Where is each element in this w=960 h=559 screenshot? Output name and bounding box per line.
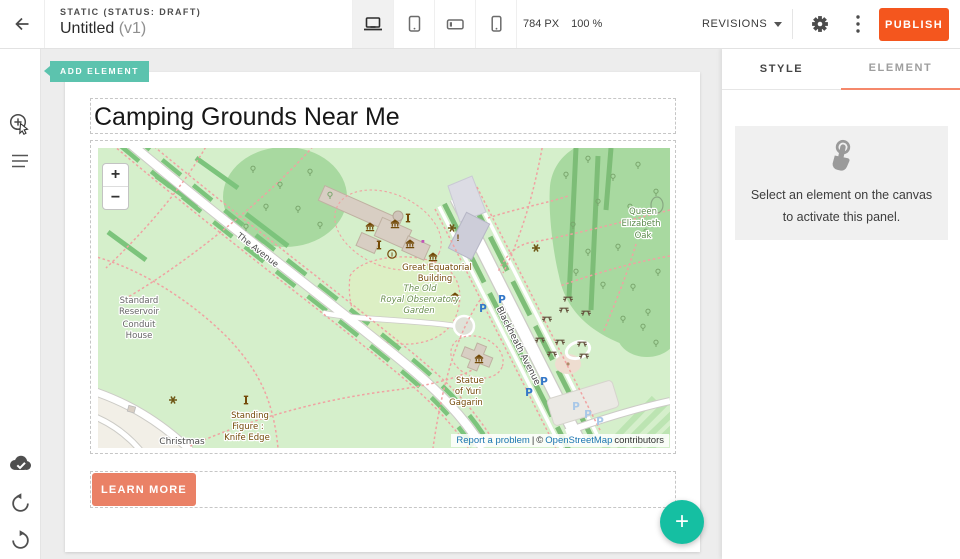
autosave-status-indicator (0, 445, 40, 481)
tablet-preview-button[interactable] (393, 0, 434, 48)
svg-text:P: P (525, 387, 533, 399)
svg-text:Reservoir: Reservoir (119, 307, 159, 317)
overflow-menu-button[interactable] (846, 0, 870, 48)
page-structure-button[interactable] (0, 143, 40, 179)
svg-text:House: House (126, 331, 153, 341)
back-arrow-icon (12, 14, 32, 34)
add-element-button[interactable] (0, 106, 40, 142)
svg-text:Statue: Statue (456, 376, 484, 386)
top-toolbar: STATIC (STATUS: DRAFT) Untitled (v1) (0, 0, 960, 49)
svg-text:Great Equatorial: Great Equatorial (402, 263, 472, 273)
svg-text:Building: Building (418, 274, 452, 284)
svg-text:!: ! (457, 233, 460, 243)
map-label-christmas: Christmas (159, 437, 205, 447)
svg-text:P: P (584, 409, 592, 421)
learn-more-button[interactable]: LEARN MORE (92, 473, 196, 506)
device-preview-group (352, 0, 517, 48)
button-element-row[interactable]: LEARN MORE (90, 471, 676, 508)
svg-text:Conduit: Conduit (123, 320, 157, 330)
svg-text:P: P (479, 303, 487, 315)
svg-text:Elizabeth: Elizabeth (621, 219, 660, 229)
osm-link[interactable]: OpenStreetMap (545, 435, 612, 446)
svg-text:Figure :: Figure : (232, 422, 264, 432)
tab-style[interactable]: STYLE (722, 48, 841, 90)
svg-text:i: i (391, 251, 393, 258)
toolbar-divider (792, 9, 793, 39)
heading-element[interactable]: Camping Grounds Near Me (90, 98, 676, 134)
phone-landscape-icon (445, 16, 466, 32)
panel-placeholder: Select an element on the canvas to activ… (735, 126, 948, 240)
undo-icon (10, 493, 31, 514)
hamburger-lines-icon (10, 153, 30, 169)
back-button[interactable] (0, 0, 45, 48)
undo-button[interactable] (0, 485, 40, 521)
map-zoom-control: + − (102, 163, 129, 210)
revisions-dropdown[interactable]: REVISIONS (702, 0, 782, 48)
svg-text:P: P (572, 401, 580, 413)
phone-landscape-preview-button[interactable] (434, 0, 475, 48)
laptop-icon (362, 16, 384, 33)
svg-text:The Old: The Old (404, 284, 438, 294)
svg-text:Royal Observatory: Royal Observatory (381, 295, 461, 305)
gear-icon (810, 14, 830, 34)
svg-text:Standing: Standing (231, 411, 269, 421)
status-badge: STATIC (STATUS: DRAFT) (60, 7, 201, 17)
phone-portrait-icon (487, 15, 505, 33)
map-element[interactable]: i ! P P P P (90, 140, 676, 454)
svg-text:Standard: Standard (120, 296, 159, 306)
map-zoom-in-button[interactable]: + (103, 164, 128, 187)
svg-text:Oak: Oak (635, 231, 652, 241)
tablet-icon (404, 15, 424, 33)
svg-text:P: P (596, 416, 604, 428)
redo-icon (10, 530, 31, 551)
redo-button[interactable] (0, 522, 40, 558)
zoom-level: 100 % (571, 18, 602, 30)
kebab-menu-icon (855, 14, 861, 34)
viewport-width: 784 PX (523, 18, 559, 30)
map-attribution: Report a problem|©OpenStreetMapcontribut… (451, 434, 669, 447)
cloud-check-icon (7, 454, 33, 472)
chevron-down-icon (774, 22, 782, 27)
page-builder-app: STATIC (STATUS: DRAFT) Untitled (v1) (0, 0, 960, 559)
panel-tabs: STYLE ELEMENT (722, 48, 960, 90)
add-element-icon (8, 112, 32, 136)
panel-placeholder-text: Select an element on the canvas to activ… (751, 184, 932, 228)
add-element-tooltip: ADD ELEMENT (50, 61, 149, 82)
svg-text:Knife Edge: Knife Edge (224, 433, 270, 443)
page-title: Untitled (v1) (60, 20, 201, 38)
page-title-block: STATIC (STATUS: DRAFT) Untitled (v1) (60, 7, 201, 38)
svg-text:Garden: Garden (403, 306, 434, 316)
svg-text:Gagarin: Gagarin (449, 398, 483, 408)
openstreetmap-embed[interactable]: i ! P P P P (98, 148, 670, 448)
page-heading-text: Camping Grounds Near Me (91, 99, 675, 132)
svg-text:P: P (498, 294, 506, 306)
settings-button[interactable] (806, 0, 834, 48)
publish-button[interactable]: PUBLISH (879, 8, 949, 41)
phone-portrait-preview-button[interactable] (475, 0, 517, 48)
map-zoom-out-button[interactable]: − (103, 187, 128, 209)
desktop-preview-button[interactable] (352, 0, 393, 48)
svg-text:Queen: Queen (629, 207, 657, 217)
tap-select-icon (824, 138, 860, 176)
tab-element[interactable]: ELEMENT (841, 48, 960, 90)
page-document: Camping Grounds Near Me (65, 72, 700, 552)
report-problem-link[interactable]: Report a problem (456, 435, 529, 446)
map-graphic: i ! P P P P (98, 148, 670, 448)
left-sidebar (0, 48, 41, 559)
svg-text:of Yuri: of Yuri (455, 387, 481, 397)
viewport-size-indicator: 784 PX 100 % (523, 0, 602, 48)
canvas-area: ADD ELEMENT Camping Grounds Near Me (40, 48, 722, 559)
add-section-fab[interactable]: + (660, 500, 704, 544)
properties-panel: STYLE ELEMENT Select an element on the c… (722, 48, 960, 559)
